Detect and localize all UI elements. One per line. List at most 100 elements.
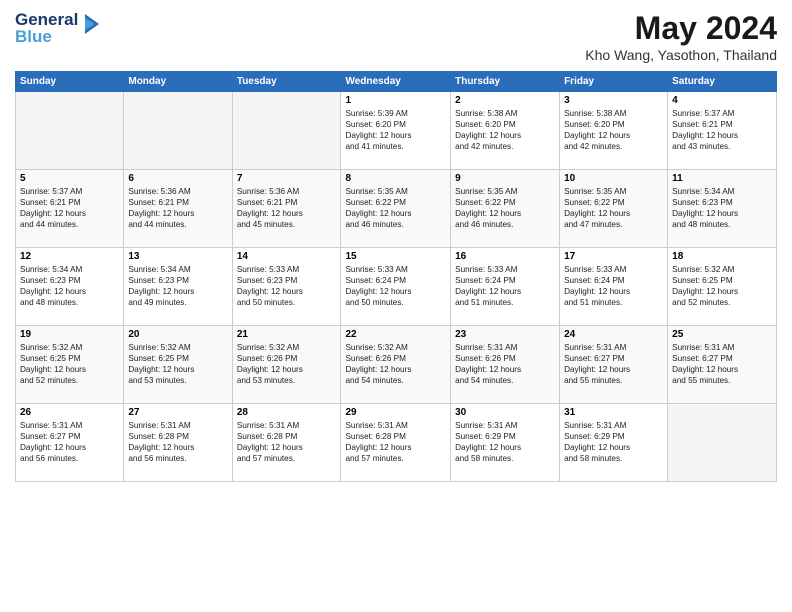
day-info: Sunrise: 5:38 AM Sunset: 6:20 PM Dayligh… [455,108,555,152]
day-info: Sunrise: 5:32 AM Sunset: 6:26 PM Dayligh… [345,342,446,386]
day-number: 26 [20,407,119,418]
day-info: Sunrise: 5:31 AM Sunset: 6:27 PM Dayligh… [564,342,663,386]
calendar-cell: 19Sunrise: 5:32 AM Sunset: 6:25 PM Dayli… [16,326,124,404]
calendar-cell: 15Sunrise: 5:33 AM Sunset: 6:24 PM Dayli… [341,248,451,326]
day-info: Sunrise: 5:39 AM Sunset: 6:20 PM Dayligh… [345,108,446,152]
calendar-cell: 17 Sunrise: 5:33 AM Sunset: 6:24 PM Dayli… [560,248,668,326]
day-info: Sunrise: 5:35 AM Sunset: 6:22 PM Dayligh… [455,186,555,230]
day-number: 24 [564,329,663,340]
calendar-week-row: 12 Sunrise: 5:34 AM Sunset: 6:23 PM Dayli… [16,248,777,326]
day-number: 31 [564,407,663,418]
calendar-cell: 26 Sunrise: 5:31 AM Sunset: 6:27 PM Dayli… [16,404,124,482]
calendar-cell [232,92,341,170]
logo-icon [81,12,103,40]
calendar-cell: 16 Sunrise: 5:33 AM Sunset: 6:24 PM Dayli… [451,248,560,326]
calendar-cell: 11 Sunrise: 5:34 AM Sunset: 6:23 PM Dayli… [668,170,777,248]
calendar-week-row: 1 Sunrise: 5:39 AM Sunset: 6:20 PM Daylig… [16,92,777,170]
day-number: 16 [455,251,555,262]
day-info: Sunrise: 5:31 AM Sunset: 6:28 PM Dayligh… [128,420,227,464]
calendar-week-row: 5 Sunrise: 5:37 AM Sunset: 6:21 PM Daylig… [16,170,777,248]
calendar-cell: 28 Sunrise: 5:31 AM Sunset: 6:28 PM Dayli… [232,404,341,482]
day-info: Sunrise: 5:34 AM Sunset: 6:23 PM Dayligh… [128,264,227,308]
day-number: 8 [345,173,446,184]
day-number: 17 [564,251,663,262]
calendar-cell: 1 Sunrise: 5:39 AM Sunset: 6:20 PM Daylig… [341,92,451,170]
day-number: 13 [128,251,227,262]
day-info: Sunrise: 5:31 AM Sunset: 6:27 PM Dayligh… [20,420,119,464]
logo-content: General Blue [15,10,103,46]
day-header: Thursday [451,72,560,92]
day-info: Sunrise: 5:35 AM Sunset: 6:22 PM Dayligh… [345,186,446,230]
calendar-cell: 12 Sunrise: 5:34 AM Sunset: 6:23 PM Dayli… [16,248,124,326]
day-info: Sunrise: 5:33 AM Sunset: 6:24 PM Dayligh… [455,264,555,308]
day-number: 25 [672,329,772,340]
day-number: 30 [455,407,555,418]
day-number: 15 [345,251,446,262]
day-number: 1 [345,95,446,106]
day-number: 2 [455,95,555,106]
calendar-week-row: 26 Sunrise: 5:31 AM Sunset: 6:27 PM Dayli… [16,404,777,482]
calendar-cell [16,92,124,170]
day-info: Sunrise: 5:37 AM Sunset: 6:21 PM Dayligh… [20,186,119,230]
day-info: Sunrise: 5:31 AM Sunset: 6:29 PM Dayligh… [564,420,663,464]
day-number: 21 [237,329,337,340]
day-number: 7 [237,173,337,184]
subtitle: Kho Wang, Yasothon, Thailand [585,47,777,63]
day-number: 14 [237,251,337,262]
calendar-cell: 20Sunrise: 5:32 AM Sunset: 6:25 PM Dayli… [124,326,232,404]
calendar-cell [668,404,777,482]
day-number: 23 [455,329,555,340]
day-header: Monday [124,72,232,92]
calendar-cell: 31 Sunrise: 5:31 AM Sunset: 6:29 PM Dayli… [560,404,668,482]
calendar-cell: 10 Sunrise: 5:35 AM Sunset: 6:22 PM Dayli… [560,170,668,248]
day-info: Sunrise: 5:31 AM Sunset: 6:29 PM Dayligh… [455,420,555,464]
day-info: Sunrise: 5:36 AM Sunset: 6:21 PM Dayligh… [237,186,337,230]
day-number: 18 [672,251,772,262]
calendar-cell: 30 Sunrise: 5:31 AM Sunset: 6:29 PM Dayli… [451,404,560,482]
main-title: May 2024 [585,10,777,47]
calendar-cell: 2 Sunrise: 5:38 AM Sunset: 6:20 PM Daylig… [451,92,560,170]
day-info: Sunrise: 5:35 AM Sunset: 6:22 PM Dayligh… [564,186,663,230]
calendar-page: General Blue May 2024 Kho Wang, Yasothon… [0,0,792,612]
day-header: Saturday [668,72,777,92]
calendar-cell: 27 Sunrise: 5:31 AM Sunset: 6:28 PM Dayli… [124,404,232,482]
day-header: Sunday [16,72,124,92]
day-info: Sunrise: 5:31 AM Sunset: 6:26 PM Dayligh… [455,342,555,386]
day-number: 9 [455,173,555,184]
calendar-cell: 3Sunrise: 5:38 AM Sunset: 6:20 PM Daylig… [560,92,668,170]
day-info: Sunrise: 5:33 AM Sunset: 6:24 PM Dayligh… [564,264,663,308]
day-info: Sunrise: 5:31 AM Sunset: 6:27 PM Dayligh… [672,342,772,386]
day-number: 12 [20,251,119,262]
day-info: Sunrise: 5:37 AM Sunset: 6:21 PM Dayligh… [672,108,772,152]
day-number: 19 [20,329,119,340]
day-header: Tuesday [232,72,341,92]
calendar-cell [124,92,232,170]
day-number: 11 [672,173,772,184]
calendar-cell: 25 Sunrise: 5:31 AM Sunset: 6:27 PM Dayli… [668,326,777,404]
day-info: Sunrise: 5:31 AM Sunset: 6:28 PM Dayligh… [237,420,337,464]
header: General Blue May 2024 Kho Wang, Yasothon… [15,10,777,63]
calendar-cell: 4Sunrise: 5:37 AM Sunset: 6:21 PM Daylig… [668,92,777,170]
calendar-cell: 24 Sunrise: 5:31 AM Sunset: 6:27 PM Dayli… [560,326,668,404]
calendar-cell: 21 Sunrise: 5:32 AM Sunset: 6:26 PM Dayli… [232,326,341,404]
calendar-table: SundayMondayTuesdayWednesdayThursdayFrid… [15,71,777,482]
day-number: 6 [128,173,227,184]
calendar-cell: 18Sunrise: 5:32 AM Sunset: 6:25 PM Dayli… [668,248,777,326]
day-number: 28 [237,407,337,418]
day-number: 27 [128,407,227,418]
day-info: Sunrise: 5:33 AM Sunset: 6:23 PM Dayligh… [237,264,337,308]
day-info: Sunrise: 5:34 AM Sunset: 6:23 PM Dayligh… [20,264,119,308]
day-info: Sunrise: 5:34 AM Sunset: 6:23 PM Dayligh… [672,186,772,230]
day-number: 10 [564,173,663,184]
calendar-cell: 9 Sunrise: 5:35 AM Sunset: 6:22 PM Daylig… [451,170,560,248]
logo: General Blue [15,10,103,46]
calendar-cell: 29Sunrise: 5:31 AM Sunset: 6:28 PM Dayli… [341,404,451,482]
calendar-cell: 14 Sunrise: 5:33 AM Sunset: 6:23 PM Dayli… [232,248,341,326]
calendar-cell: 23 Sunrise: 5:31 AM Sunset: 6:26 PM Dayli… [451,326,560,404]
calendar-cell: 22Sunrise: 5:32 AM Sunset: 6:26 PM Dayli… [341,326,451,404]
day-info: Sunrise: 5:32 AM Sunset: 6:26 PM Dayligh… [237,342,337,386]
day-number: 3 [564,95,663,106]
day-number: 5 [20,173,119,184]
calendar-cell: 8 Sunrise: 5:35 AM Sunset: 6:22 PM Daylig… [341,170,451,248]
day-header: Wednesday [341,72,451,92]
